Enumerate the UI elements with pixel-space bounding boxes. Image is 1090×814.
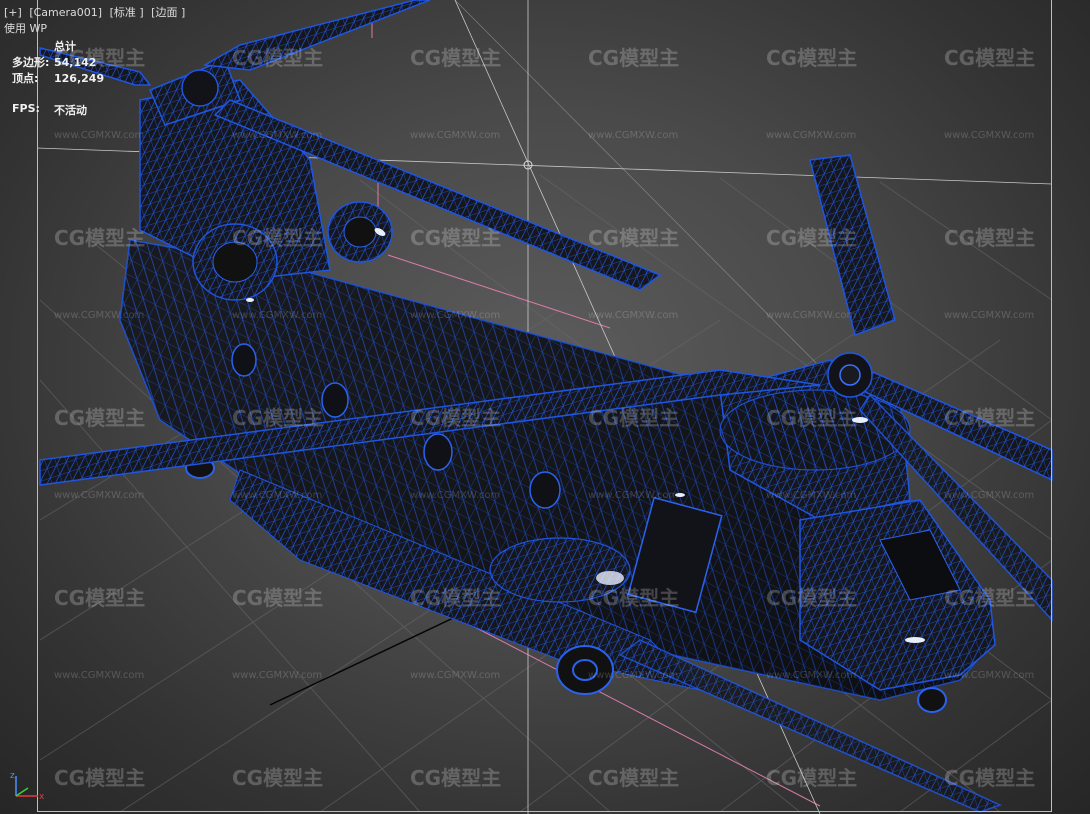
viewport-shading-menu[interactable]: [标准 ] (110, 6, 144, 19)
viewport-camera-menu[interactable]: [Camera001] (29, 6, 102, 19)
stats-polys-label: 多边形: (12, 56, 50, 69)
stats-verts-label: 顶点: (12, 72, 39, 85)
fps-label: FPS: (12, 102, 40, 115)
stats-polys-value: 54,142 (54, 55, 97, 69)
axis-z-label: z (10, 771, 15, 781)
viewport-sub-label: 使用 WP (4, 22, 48, 35)
chinook-model (39, 0, 1053, 813)
scene-statistics: 总计 多边形: 54,142 顶点: 126,249 (12, 38, 134, 86)
axis-gizmo: x z (10, 771, 45, 802)
viewport-camera001[interactable]: CG模型主 CG模型主 CG模型主 CG模型主 CG模型主 CG模型主 CG模型主 CG模型主… (0, 0, 1090, 814)
stats-verts-row: 顶点: 126,249 (12, 70, 134, 86)
viewport-menu: [+] [Camera001] [标准 ] [边面 ] (4, 6, 189, 20)
fps-value: 不活动 (54, 104, 87, 117)
viewport-edge-menu[interactable]: [边面 ] (151, 6, 185, 19)
stats-verts-value: 126,249 (54, 71, 105, 85)
scene-canvas[interactable] (0, 0, 1090, 814)
stats-header: 总计 (54, 40, 76, 53)
fps-readout: FPS: 不活动 (12, 102, 87, 118)
axis-x-label: x (39, 792, 45, 802)
stats-polys-row: 多边形: 54,142 (12, 54, 134, 70)
viewport-plus-menu[interactable]: [+] (4, 6, 22, 19)
grid-axis-x (269, 609, 471, 706)
